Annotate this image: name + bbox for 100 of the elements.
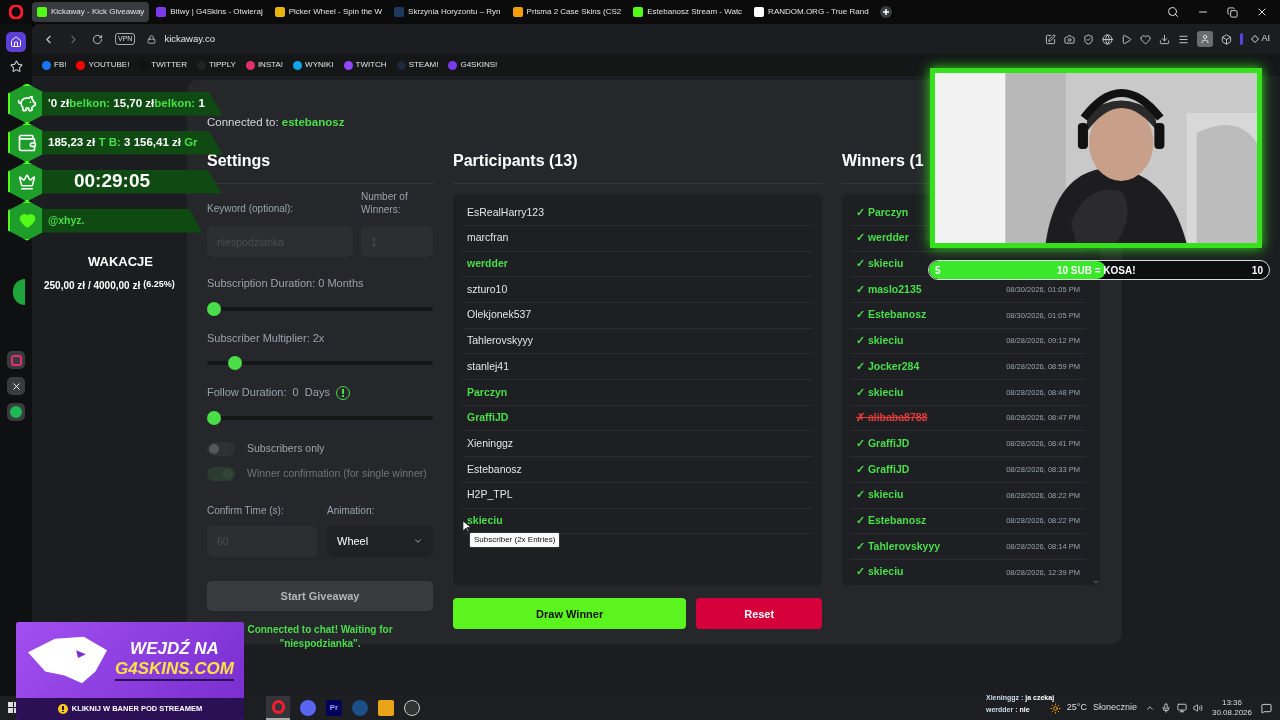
reload-icon[interactable] — [92, 33, 103, 45]
favicon-icon — [394, 7, 405, 17]
globe-icon[interactable] — [1102, 33, 1114, 45]
camera-icon[interactable] — [1064, 33, 1076, 45]
obs-app-icon[interactable] — [404, 700, 420, 716]
winner-name: ✓ Estebanosz — [856, 307, 927, 323]
banner-site: G4SKINS.COM — [114, 659, 234, 681]
winner-name: ✓ Tahlerovskyyy — [856, 538, 941, 554]
instagram-icon[interactable] — [7, 351, 25, 369]
participant-name[interactable]: EsRealHarry123 — [467, 204, 545, 221]
slider-thumb[interactable] — [207, 410, 221, 425]
bookmark-link[interactable]: TIPPLY — [196, 59, 236, 71]
favicon-icon — [156, 7, 167, 17]
animation-select[interactable]: Wheel — [327, 525, 433, 557]
weather-text: Słonecznie — [1092, 701, 1137, 715]
winner-name: ✓ GraffiJD — [856, 461, 910, 477]
x-logo-icon[interactable] — [7, 377, 25, 395]
crown-icon — [18, 172, 36, 191]
participant-name[interactable]: werdder — [467, 256, 508, 272]
temperature-text: 25°C — [1066, 701, 1087, 715]
close-icon[interactable] — [1256, 6, 1268, 18]
lock-icon — [147, 34, 157, 44]
browser-tab[interactable]: Bitwy | G4Skins - Otwieraj — [151, 2, 268, 22]
participant-name[interactable]: Xieninggz — [467, 435, 514, 452]
network-icon[interactable] — [1176, 703, 1187, 713]
home-icon — [10, 36, 22, 48]
sidebar-tab-icon[interactable] — [13, 279, 25, 305]
browser-tab[interactable]: RANDOM.ORG - True Rand — [749, 2, 874, 22]
bookmark-link[interactable]: G4SKINS! — [448, 59, 498, 71]
participant-name[interactable]: GraffiJD — [467, 410, 509, 426]
bookmark-link[interactable]: YOUTUBE! — [76, 59, 130, 71]
participant-name[interactable]: stanlej41 — [467, 358, 510, 375]
heart-icon[interactable] — [1140, 33, 1152, 45]
toggle-label: Winner confirmation (for single winner) — [247, 466, 427, 482]
play-icon[interactable] — [1121, 33, 1133, 45]
heart-icon — [18, 212, 36, 229]
tray-caret-icon[interactable] — [1144, 703, 1155, 713]
browser-tab[interactable]: Skrzynia Horyzontu – Ryn — [389, 2, 506, 22]
home-button[interactable] — [6, 32, 26, 52]
participant-name[interactable]: marcfran — [467, 230, 509, 247]
profile-button[interactable] — [1197, 31, 1214, 47]
wallet-icon — [17, 132, 37, 153]
menu-icon[interactable] — [1178, 33, 1190, 45]
bookmark-link[interactable]: WYNIKI — [293, 59, 334, 71]
ticker-text: '0 złbelkon: 15,70 złbelkon: 1 — [48, 95, 205, 111]
keyword-label: Keyword (optional): — [207, 202, 295, 217]
slider-thumb[interactable] — [228, 356, 243, 371]
cube-icon[interactable] — [1221, 33, 1233, 45]
bookmark-link[interactable]: STEAM! — [396, 59, 439, 71]
participant-name[interactable]: H2P_TPL — [467, 487, 513, 504]
follower-handle: @xhyz. — [48, 212, 85, 228]
favicon-icon — [512, 7, 523, 17]
shield-icon[interactable] — [1083, 33, 1095, 45]
participant-name[interactable]: szturo10 — [467, 281, 508, 298]
star-icon[interactable] — [9, 60, 23, 73]
browser-tab[interactable]: Prisma 2 Case Skins (CS2 — [507, 2, 627, 22]
clock-time[interactable]: 13:36 — [1221, 698, 1242, 708]
download-icon[interactable] — [1159, 33, 1171, 45]
browser-tab[interactable]: Estebanosz Stream - Watc — [628, 2, 748, 22]
start-giveaway-button[interactable]: Start Giveaway — [207, 580, 433, 611]
search-icon[interactable] — [1167, 6, 1179, 18]
winner-name: ✓ skieciu — [856, 384, 904, 400]
tooltip: Subscriber (2x Entries) — [469, 532, 561, 549]
volume-icon[interactable] — [1192, 703, 1203, 713]
participant-name[interactable]: Olekjonek537 — [467, 307, 532, 324]
discord-app-icon[interactable] — [300, 700, 316, 716]
winner-name: ✓ werdder — [856, 230, 909, 246]
bookmark-link[interactable]: FB! — [42, 59, 67, 71]
opera-app-icon[interactable] — [266, 696, 290, 720]
bookmark-link[interactable]: TWITTER — [139, 59, 187, 71]
participant-name[interactable]: Parczyn — [467, 384, 508, 401]
toggle-switch[interactable] — [207, 442, 235, 457]
favicon-icon — [754, 7, 765, 17]
spotify-icon[interactable] — [7, 403, 25, 421]
microphone-icon[interactable] — [1160, 703, 1171, 713]
browser-tab[interactable]: Kickaway - Kick Giveaway — [32, 2, 150, 22]
animation-label: Animation: — [327, 503, 376, 518]
new-tab-button[interactable] — [879, 6, 892, 18]
draw-winner-button[interactable]: Draw Winner — [453, 598, 687, 630]
participant-name[interactable]: Tahlerovskyyy — [467, 333, 533, 349]
winner-name: ✓ skieciu — [856, 256, 904, 272]
reset-button[interactable]: Reset — [696, 598, 822, 630]
winner-name: ✓ Jocker284 — [856, 358, 920, 374]
clock-date[interactable]: 30.08.2026 — [1211, 708, 1252, 718]
bookmark-link[interactable]: TWITCH — [343, 59, 387, 71]
sidebar-indicator — [1240, 33, 1244, 45]
premiere-app-icon[interactable]: Pr — [326, 700, 342, 716]
edit-icon[interactable] — [1045, 33, 1057, 45]
restore-icon[interactable] — [1227, 6, 1238, 18]
browser-logo[interactable] — [9, 5, 23, 19]
goal-start: 5 — [935, 263, 941, 278]
address-text[interactable]: kickaway.co — [164, 31, 215, 47]
notifications-icon[interactable] — [1261, 702, 1272, 714]
ai-button[interactable]: AI — [1251, 32, 1270, 46]
confirm-time-label: Confirm Time (s): — [207, 503, 285, 518]
browser-tab[interactable]: Picker Wheel - Spin the W — [269, 2, 388, 22]
participant-name[interactable]: Estebanosz — [467, 461, 522, 478]
bookmark-link[interactable]: INSTA! — [245, 59, 284, 71]
participant-name[interactable]: skieciu — [467, 512, 503, 529]
slider-thumb[interactable] — [207, 301, 221, 316]
